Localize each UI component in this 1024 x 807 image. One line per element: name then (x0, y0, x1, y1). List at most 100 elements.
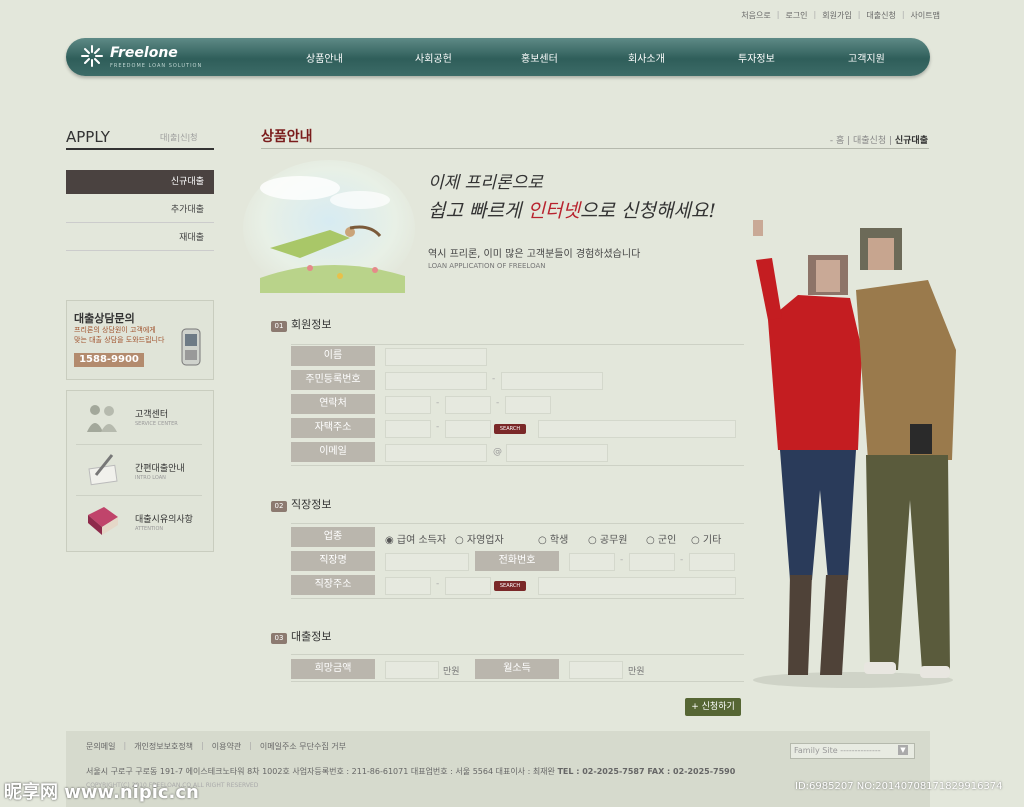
work-phone-1-input[interactable] (569, 553, 615, 571)
footer-link-inquiry[interactable]: 문의메일 (86, 741, 115, 752)
contact-3-input[interactable] (505, 396, 551, 414)
divider (66, 148, 214, 150)
breadcrumb-home[interactable]: 홈 (836, 136, 844, 146)
zip-2-input[interactable] (445, 420, 491, 438)
nav-products[interactable]: 상품안내 (306, 50, 343, 65)
label-work-address: 직장주소 (291, 575, 375, 595)
util-link-login[interactable]: 로그인 (785, 10, 807, 21)
radio-military[interactable]: ○ 군인 (646, 531, 676, 546)
address-input[interactable] (538, 420, 736, 438)
label-monthly-income: 월소득 (475, 659, 559, 679)
service-center-link[interactable]: 고객센터 (135, 407, 168, 420)
util-link-sitemap[interactable]: 사이트맵 (911, 10, 940, 21)
zip-1-input[interactable] (385, 420, 431, 438)
divider (291, 598, 744, 599)
site-logo[interactable]: Freelone (110, 45, 178, 61)
hero-line-2a: 쉽고 빠르게 (428, 200, 528, 222)
desired-amount-input[interactable] (385, 661, 439, 679)
monthly-income-input[interactable] (569, 661, 623, 679)
logo-subtitle: FREEDOME LOAN SOLUTION (110, 63, 203, 69)
work-zip-2-input[interactable] (445, 577, 491, 595)
family-site-select[interactable]: Family Site -------------- (790, 743, 915, 759)
sidebar-title: APPLY (66, 128, 110, 146)
label-industry: 업종 (291, 527, 375, 547)
contact-1-input[interactable] (385, 396, 431, 414)
tel-fax: TEL : 02-2025-7587 FAX : 02-2025-7590 (557, 767, 736, 776)
label-email: 이메일 (291, 442, 375, 462)
nav-support[interactable]: 고객지원 (848, 50, 885, 65)
sidebar-item-additional-loan[interactable]: 추가대출 (66, 198, 214, 223)
sidebar-item-reloan[interactable]: 재대출 (66, 226, 214, 251)
footer-link-privacy[interactable]: 개인정보보호정책 (134, 741, 193, 752)
email-domain-input[interactable] (506, 444, 608, 462)
dash-separator: - (680, 555, 684, 565)
divider (291, 654, 744, 655)
footer-links: 문의메일 | 개인정보보호정책 | 이용약관 | 이메일주소 무단수집 거부 (86, 741, 346, 752)
address-search-button[interactable]: SEARCH (494, 424, 526, 434)
divider (76, 444, 202, 445)
submit-apply-button[interactable]: + 신청하기 (685, 698, 741, 716)
people-icon (87, 405, 117, 432)
breadcrumb-mid[interactable]: 대출신청 (853, 136, 886, 146)
section-number: 03 (271, 633, 287, 644)
attention-sub: ATTENTION (135, 526, 164, 532)
resident-number-2-input[interactable] (501, 372, 603, 390)
radio-self-employed[interactable]: ○ 자영업자 (455, 531, 504, 546)
hero-illustration (243, 160, 415, 296)
nav-social[interactable]: 사회공헌 (415, 50, 452, 65)
section-title: 직장정보 (291, 498, 332, 511)
label-company: 직장명 (291, 551, 375, 571)
hero-line-4: LOAN APPLICATION OF FREELOAN (428, 262, 546, 270)
section-number: 01 (271, 321, 287, 332)
mobile-phone-icon (181, 328, 201, 366)
contact-2-input[interactable] (445, 396, 491, 414)
section-work-info: 02 직장정보 (271, 496, 331, 512)
footer-address: 서울시 구로구 구로동 191-7 에이스테크노타워 8차 1002호 사업자등… (86, 766, 735, 777)
radio-other[interactable]: ○ 기타 (691, 531, 721, 546)
watermark-id: ID:6985207 NO:20140708171829916374 (795, 781, 1003, 792)
util-link-apply[interactable]: 대출신청 (866, 10, 895, 21)
dash-separator: - (436, 422, 440, 432)
sidebar-item-new-loan[interactable]: 신규대출 (66, 170, 214, 194)
util-link-home[interactable]: 처음으로 (741, 10, 770, 21)
work-address-input[interactable] (538, 577, 736, 595)
divider (291, 465, 744, 466)
unit-label: 만원 (628, 667, 645, 677)
work-phone-3-input[interactable] (689, 553, 735, 571)
radio-student[interactable]: ○ 학생 (538, 531, 568, 546)
section-member-info: 01 회원정보 (271, 316, 331, 332)
work-address-search-button[interactable]: SEARCH (494, 581, 526, 591)
at-symbol: @ (493, 447, 502, 457)
label-phone: 전화번호 (475, 551, 559, 571)
work-zip-1-input[interactable] (385, 577, 431, 595)
radio-label: 기타 (702, 535, 722, 546)
divider (76, 495, 202, 496)
footer-link-email-policy[interactable]: 이메일주소 무단수집 거부 (260, 741, 346, 752)
attention-link[interactable]: 대출시유의사항 (135, 512, 193, 525)
main-nav-bar: Freelone FREEDOME LOAN SOLUTION 상품안내 사회공… (66, 38, 930, 76)
chevron-down-icon[interactable]: ▼ (898, 745, 908, 755)
footer-link-terms[interactable]: 이용약관 (212, 741, 241, 752)
nav-company[interactable]: 회사소개 (628, 50, 665, 65)
watermark-logo: 昵享网 www.nipic.cn (4, 782, 199, 803)
name-input[interactable] (385, 348, 487, 366)
work-phone-2-input[interactable] (629, 553, 675, 571)
consult-desc-2: 맞는 대출 상담을 도와드립니다 (74, 336, 165, 344)
radio-label: 군인 (657, 535, 677, 546)
dash-separator: - (492, 374, 496, 384)
email-id-input[interactable] (385, 444, 487, 462)
nav-pr[interactable]: 홍보센터 (521, 50, 558, 65)
resident-number-1-input[interactable] (385, 372, 487, 390)
radio-label: 급여 소득자 (396, 535, 447, 546)
hero-line-2-highlight: 인터넷 (527, 200, 580, 222)
unit-label: 만원 (443, 667, 460, 677)
company-input[interactable] (385, 553, 469, 571)
sidebar-subtitle: 대|출|신|청 (160, 133, 198, 142)
radio-civil-servant[interactable]: ○ 공무원 (588, 531, 628, 546)
nav-invest[interactable]: 투자정보 (738, 50, 775, 65)
intro-loan-link[interactable]: 간편대출안내 (135, 461, 185, 474)
util-link-join[interactable]: 회원가입 (822, 10, 851, 21)
radio-salaried[interactable]: ◉ 급여 소득자 (385, 531, 446, 546)
label-resident-number: 주민등록번호 (291, 370, 375, 390)
people-photo (753, 220, 956, 688)
